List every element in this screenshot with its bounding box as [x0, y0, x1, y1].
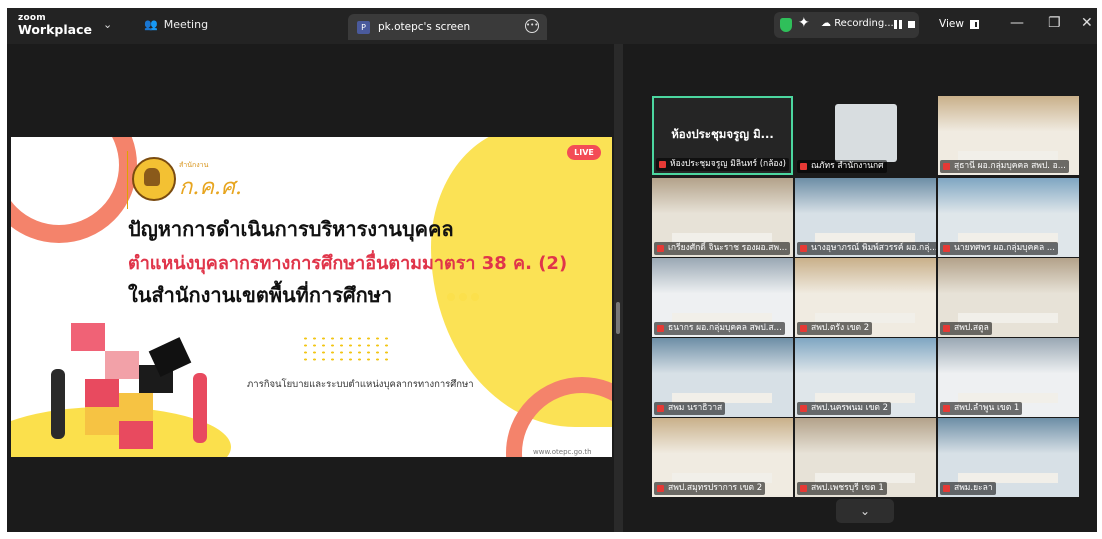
participant-name-label: สพป.นครพนม เขต 2	[797, 402, 892, 415]
puzzle-illustration	[45, 323, 215, 453]
participant-display-name: ห้องประชุมจรูญ มิ...	[671, 127, 774, 141]
view-label: View	[939, 18, 964, 30]
participant-name-label: สพป.ตรัง เขต 2	[797, 322, 873, 335]
tab-badge: P	[357, 21, 370, 34]
restore-icon[interactable]: ❐	[1048, 15, 1061, 31]
pane-divider[interactable]	[614, 44, 623, 532]
participant-tile[interactable]: สพป.ลำพูน เขต 1	[938, 338, 1079, 417]
meeting-button[interactable]: 👥 Meeting	[144, 18, 208, 31]
participant-tile[interactable]: สพม.ยะลา	[938, 418, 1079, 497]
participant-tile[interactable]: สพป.สตูล	[938, 258, 1079, 337]
slide-title-line2: ตำแหน่งบุคลากรทางการศึกษาอื่นตามมาตรา 38…	[128, 253, 568, 274]
participant-name-label: สพป.สตูล	[940, 322, 992, 335]
recording-controls: ✦ ☁ Recording...	[774, 12, 919, 38]
meeting-label: Meeting	[163, 18, 209, 31]
title-bar: zoom Workplace ⌄ 👥 Meeting P pk.otepc's …	[7, 8, 1097, 44]
participant-tile[interactable]: เกรียงศักดิ์ จินะราช รองผอ.สพ...	[652, 178, 793, 257]
participant-tile[interactable]: สพป.สมุทรปราการ เขต 2	[652, 418, 793, 497]
logo-divider	[127, 151, 128, 209]
participant-name-label: สพป.สมุทรปราการ เขต 2	[654, 482, 766, 495]
view-icon	[969, 19, 979, 29]
live-badge: LIVE	[567, 145, 601, 160]
recording-label: Recording...	[834, 18, 894, 29]
participant-tile[interactable]: นางอุษาภรณ์ พิมพ์สวรรค์ ผอ.กลุ่...	[795, 178, 936, 257]
participant-name-label: นางอุษาภรณ์ พิมพ์สวรรค์ ผอ.กลุ่...	[797, 242, 936, 255]
participant-name-label: ธนากร ผอ.กลุ่มบุคคล สพป.ส...	[654, 322, 785, 335]
shield-icon[interactable]	[780, 18, 792, 32]
shared-slide: สำนักงาน ก.ค.ศ. LIVE ปัญหาการดำเนินการบร…	[11, 137, 612, 457]
participant-name-label: สพม นราธิวาส	[654, 402, 726, 415]
slide-url: www.otepc.go.th	[533, 448, 592, 456]
gallery-next-page-chevron-down-icon[interactable]: ⌄	[836, 499, 894, 523]
participant-name-label: สุธานี ผอ.กลุ่มบุคคล สพป. อ...	[940, 160, 1069, 173]
screen-share-tab[interactable]: P pk.otepc's screen •••	[348, 14, 547, 40]
participant-name-label: เกรียงศักดิ์ จินะราช รองผอ.สพ...	[654, 242, 791, 255]
chevron-down-icon[interactable]: ⌄	[103, 18, 112, 31]
participant-tile[interactable]: สพป.เพชรบุรี เขต 1	[795, 418, 936, 497]
recording-status[interactable]: ☁ Recording...	[821, 18, 894, 29]
participant-tile[interactable]: นายทศพร ผอ.กลุ่มบุคคล ...	[938, 178, 1079, 257]
participant-tile[interactable]: ธนากร ผอ.กลุ่มบุคคล สพป.ส...	[652, 258, 793, 337]
tab-title: pk.otepc's screen	[378, 21, 471, 33]
stop-icon[interactable]	[908, 21, 915, 28]
pause-icon[interactable]	[894, 20, 897, 29]
slide-title-line3: ในสำนักงานเขตพื้นที่การศึกษา	[128, 283, 393, 307]
minimize-icon[interactable]: —	[1010, 15, 1024, 31]
participant-tile[interactable]: สพม นราธิวาส	[652, 338, 793, 417]
logo-bottom: Workplace	[18, 22, 92, 37]
slide-subtitle: ภารกิจนโยบายและระบบตำแหน่งบุคลากรทางการศ…	[247, 379, 474, 390]
coral-ring	[11, 137, 137, 243]
participant-tile[interactable]: ณภัทร สำนักงานกศ	[795, 96, 936, 175]
decorative-dots	[447, 286, 483, 305]
zoom-workplace-logo[interactable]: zoom Workplace	[18, 13, 92, 37]
slide-title-line1: ปัญหาการดำเนินการบริหารงานบุคคล	[128, 217, 454, 241]
logo-big-text: ก.ค.ศ.	[179, 175, 242, 200]
participant-name-label: สพป.เพชรบุรี เขต 1	[797, 482, 887, 495]
view-button[interactable]: View	[939, 18, 979, 30]
close-icon[interactable]: ✕	[1081, 15, 1093, 31]
participant-name-label: นายทศพร ผอ.กลุ่มบุคคล ...	[940, 242, 1058, 255]
participant-name-label: ห้องประชุมจรูญ มิลินทร์ (กล้อง)	[656, 158, 789, 171]
participant-tile[interactable]: สพป.นครพนม เขต 2	[795, 338, 936, 417]
more-icon[interactable]: •••	[525, 19, 539, 33]
resize-handle[interactable]	[616, 302, 620, 334]
participant-name-label: สพป.ลำพูน เขต 1	[940, 402, 1023, 415]
sparkle-icon[interactable]: ✦	[798, 15, 810, 31]
participant-tile[interactable]: สพป.ตรัง เขต 2	[795, 258, 936, 337]
otepc-seal-logo	[132, 157, 176, 201]
cloud-icon: ☁	[821, 18, 831, 29]
dot-grid	[301, 335, 393, 361]
participant-name-label: ณภัทร สำนักงานกศ	[797, 160, 887, 173]
participant-name-label: สพม.ยะลา	[940, 482, 996, 495]
participant-tile[interactable]: ห้องประชุมจรูญ มิ... ห้องประชุมจรูญ มิลิน…	[652, 96, 793, 175]
meeting-icon: 👥	[144, 18, 158, 31]
participant-face	[835, 104, 897, 162]
participant-tile[interactable]: สุธานี ผอ.กลุ่มบุคคล สพป. อ...	[938, 96, 1079, 175]
